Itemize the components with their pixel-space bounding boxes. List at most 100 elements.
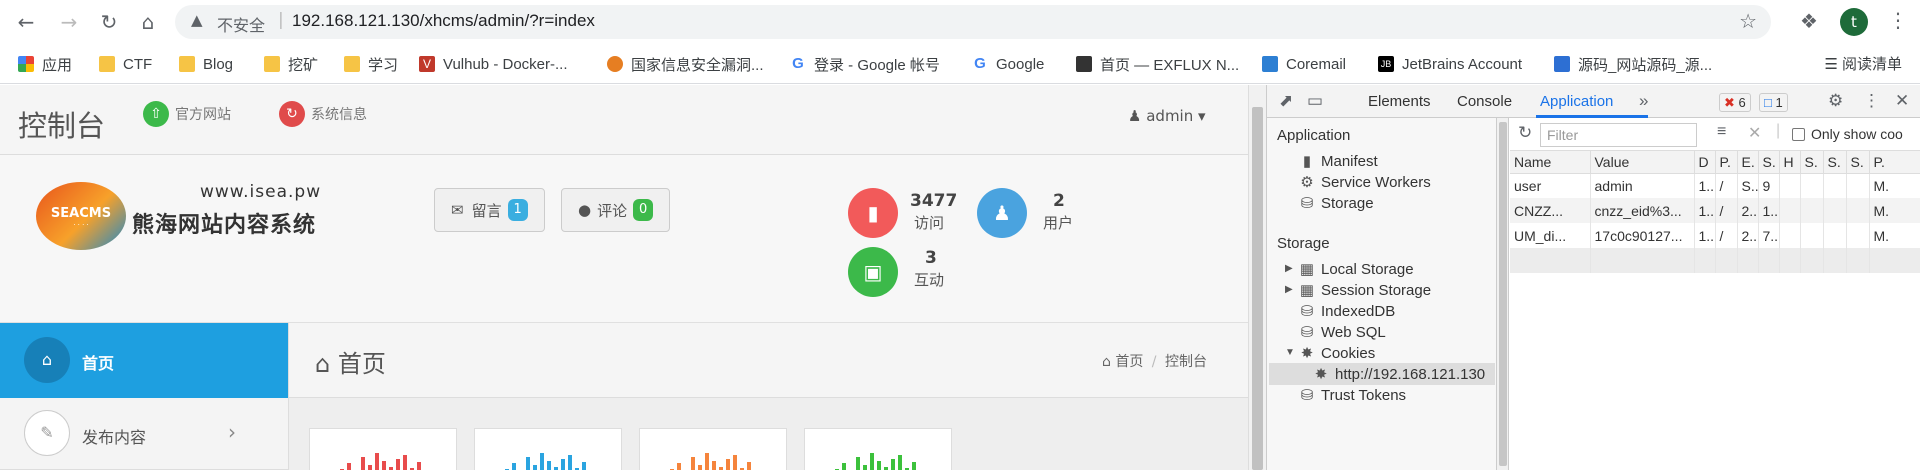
- nav-item-home[interactable]: ⌂ 首页: [0, 323, 288, 398]
- column-header[interactable]: E.: [1737, 151, 1759, 174]
- clear-filtered-icon[interactable]: ≡: [1717, 123, 1726, 141]
- folder-icon: [179, 56, 195, 72]
- table-row[interactable]: user admin 1.. / S.. 9 M.: [1510, 173, 1920, 198]
- bookmark-cnnvd[interactable]: 国家信息安全漏洞...: [607, 53, 764, 75]
- sidebar-item-trust-tokens[interactable]: ⛁ Trust Tokens: [1299, 386, 1406, 404]
- url-text[interactable]: 192.168.121.130/xhcms/admin/?r=index: [292, 11, 595, 31]
- comments-button[interactable]: ● 评论 0: [561, 188, 671, 232]
- bookmark-blog[interactable]: Blog: [179, 53, 233, 75]
- error-counter[interactable]: ✖ 6: [1719, 93, 1751, 112]
- column-header[interactable]: S.: [1823, 151, 1847, 174]
- browser-menu-icon[interactable]: ⋮: [1888, 8, 1908, 32]
- sidebar-item-manifest[interactable]: ▮ Manifest: [1299, 152, 1378, 170]
- breadcrumb-home-icon: ⌂: [1102, 354, 1111, 370]
- system-info-button[interactable]: ↻ 系统信息: [279, 101, 367, 127]
- sidebar-item-cookie-origin[interactable]: ✸ http://192.168.121.130: [1313, 365, 1485, 383]
- warning-icon: ▲: [191, 11, 203, 29]
- sidebar-item-session-storage[interactable]: ▦ Session Storage: [1299, 281, 1431, 299]
- sidebar-item-service-workers[interactable]: ⚙ Service Workers: [1299, 173, 1430, 191]
- messages-button[interactable]: ✉ 留言 1: [434, 188, 545, 232]
- only-show-issues-checkbox[interactable]: Only show coo: [1792, 126, 1903, 142]
- mini-bar: [347, 463, 351, 470]
- sidebar-item-storage[interactable]: ⛁ Storage: [1299, 194, 1374, 212]
- column-header[interactable]: Value: [1590, 151, 1695, 174]
- bookmark-study[interactable]: 学习: [344, 53, 398, 75]
- checkbox-box: [1792, 128, 1805, 141]
- sidebar-item-cookies[interactable]: ✸ Cookies: [1299, 344, 1376, 362]
- column-header[interactable]: Name: [1510, 151, 1591, 174]
- bookmark-mining[interactable]: 挖矿: [264, 53, 318, 75]
- devtools-tabbar: ⬈ ▭ Elements Console Application » ✖ 6 □…: [1267, 85, 1920, 118]
- column-header[interactable]: D: [1694, 151, 1716, 174]
- grid-icon: ▦: [1299, 282, 1315, 299]
- close-icon[interactable]: ✕: [1895, 91, 1909, 111]
- column-header[interactable]: S.: [1758, 151, 1780, 174]
- inspect-element-icon[interactable]: ⬈: [1279, 91, 1293, 111]
- cloud-upload-icon: ⇧: [143, 101, 169, 127]
- table-cell: [1779, 198, 1801, 223]
- sidebar-item-local-storage[interactable]: ▦ Local Storage: [1299, 260, 1414, 278]
- bookmark-label: Blog: [203, 55, 234, 73]
- breadcrumb-current: 控制台: [1164, 354, 1207, 370]
- forward-icon[interactable]: →: [55, 8, 83, 36]
- mini-bar: [526, 457, 530, 470]
- mini-bar: [870, 453, 874, 470]
- cookie-toolbar: ↻ Filter ≡ ✕ | Only show coo: [1510, 118, 1920, 151]
- tab-console[interactable]: Console: [1457, 93, 1512, 110]
- official-site-button[interactable]: ⇧ 官方网站: [143, 101, 231, 127]
- profile-avatar[interactable]: t: [1840, 8, 1868, 36]
- bookmark-ctf[interactable]: CTF: [99, 53, 152, 75]
- extensions-puzzle-icon[interactable]: ❖: [1800, 9, 1818, 33]
- bookmark-exflux[interactable]: 首页 — EXFLUX N...: [1076, 53, 1239, 75]
- reload-icon[interactable]: ↻: [95, 8, 123, 36]
- mini-bar: [891, 459, 895, 470]
- bookmark-google-login[interactable]: G 登录 - Google 帐号: [790, 53, 940, 75]
- bookmark-apps[interactable]: 应用: [18, 53, 72, 75]
- breadcrumb-separator: /: [1151, 354, 1157, 370]
- tab-elements[interactable]: Elements: [1368, 93, 1431, 110]
- device-toolbar-icon[interactable]: ▭: [1307, 91, 1323, 111]
- user-icon: ♟: [1128, 107, 1142, 125]
- back-icon[interactable]: ←: [12, 8, 40, 36]
- bookmark-google[interactable]: G Google: [972, 53, 1044, 75]
- nav-item-publish[interactable]: ✎ 发布内容 ›: [0, 398, 288, 470]
- message-counter[interactable]: □ 1: [1759, 93, 1788, 112]
- google-icon: G: [974, 55, 986, 72]
- cookie-filter-input[interactable]: Filter: [1540, 123, 1697, 147]
- collapse-triangle-icon[interactable]: ▼: [1285, 347, 1295, 358]
- table-row[interactable]: CNZZ... cnzz_eid%3... 1.. / 2.. 1... M.: [1510, 198, 1920, 223]
- more-tabs-icon[interactable]: »: [1639, 91, 1648, 111]
- column-header[interactable]: P.: [1715, 151, 1738, 174]
- breadcrumb-home[interactable]: 首页: [1115, 354, 1143, 370]
- scrollbar-thumb[interactable]: [1252, 107, 1263, 470]
- sidebar-item-web-sql[interactable]: ⛁ Web SQL: [1299, 323, 1386, 341]
- logo-name: 熊海网站内容系统: [132, 213, 317, 238]
- bookmark-star-icon[interactable]: ☆: [1739, 9, 1757, 33]
- home-icon[interactable]: ⌂: [134, 8, 162, 36]
- user-menu[interactable]: ♟ admin ▾: [1128, 107, 1206, 125]
- bookmark-source[interactable]: 源码_网站源码_源...: [1554, 53, 1712, 75]
- scrollbar-thumb[interactable]: [1499, 122, 1507, 466]
- delete-icon[interactable]: ✕: [1748, 123, 1761, 143]
- expand-triangle-icon[interactable]: ▶: [1285, 284, 1293, 295]
- page-scrollbar[interactable]: [1248, 85, 1266, 470]
- brand-title[interactable]: 控制台: [18, 103, 105, 145]
- bookmark-coremail[interactable]: Coremail: [1262, 53, 1346, 75]
- settings-gear-icon[interactable]: ⚙: [1828, 91, 1843, 111]
- mini-chart-card: [474, 428, 622, 470]
- tab-application[interactable]: Application: [1540, 93, 1613, 110]
- refresh-icon[interactable]: ↻: [1518, 123, 1532, 143]
- devtools-menu-icon[interactable]: ⋮: [1863, 91, 1880, 111]
- sidebar-scrollbar[interactable]: [1497, 118, 1509, 470]
- column-header[interactable]: S.: [1800, 151, 1824, 174]
- bookmark-jetbrains[interactable]: JB JetBrains Account: [1378, 53, 1522, 75]
- expand-triangle-icon[interactable]: ▶: [1285, 263, 1293, 274]
- table-row[interactable]: UM_di... 17c0c90127... 1.. / 2.. 7... M.: [1510, 223, 1920, 248]
- bookmark-vulhub[interactable]: V Vulhub - Docker-...: [419, 53, 568, 75]
- reading-list[interactable]: ☰ 阅读清单: [1824, 53, 1902, 74]
- column-header[interactable]: P.: [1869, 151, 1920, 174]
- sidebar-item-indexeddb[interactable]: ⛁ IndexedDB: [1299, 302, 1396, 320]
- column-header[interactable]: S.: [1846, 151, 1870, 174]
- column-header[interactable]: H: [1779, 151, 1801, 174]
- address-bar[interactable]: ▲ 不安全 | 192.168.121.130/xhcms/admin/?r=i…: [175, 5, 1771, 39]
